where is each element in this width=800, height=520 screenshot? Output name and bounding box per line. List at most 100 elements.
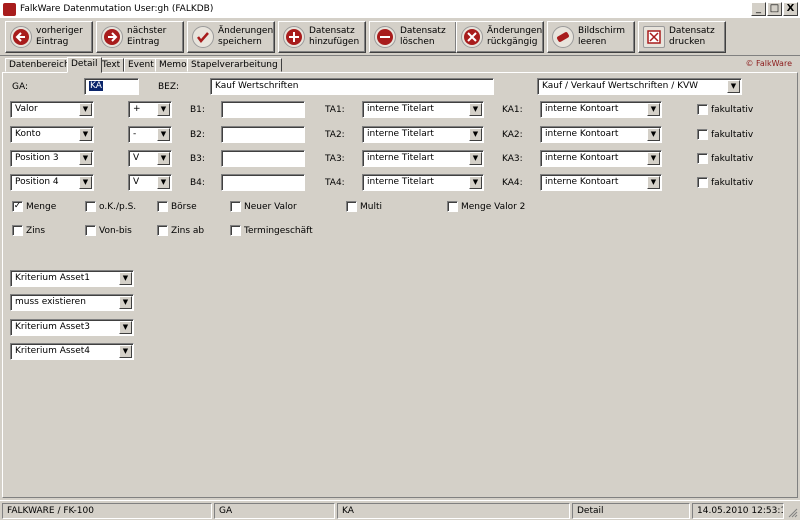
maximize-button[interactable]: □ xyxy=(767,2,782,16)
chevron-down-icon[interactable]: ▼ xyxy=(119,296,132,309)
chevron-down-icon[interactable]: ▼ xyxy=(647,103,660,116)
save-changes-button[interactable]: Änderungen speichern xyxy=(187,21,275,53)
criterion-select-1[interactable]: Kriterium Asset1 ▼ xyxy=(10,270,134,287)
chevron-down-icon[interactable]: ▼ xyxy=(79,176,92,189)
ka-select-1[interactable]: interne Kontoart ▼ xyxy=(540,101,662,118)
operator-select-1[interactable]: + ▼ xyxy=(128,101,172,118)
ga-value: KA xyxy=(89,81,103,91)
chevron-down-icon[interactable]: ▼ xyxy=(157,152,170,165)
ta-select-4[interactable]: interne Titelart ▼ xyxy=(362,174,484,191)
ga-label: GA: xyxy=(12,82,29,92)
tab-detail[interactable]: Detail xyxy=(67,57,102,73)
criterion-select-2[interactable]: muss existieren ▼ xyxy=(10,294,134,311)
next-entry-button[interactable]: nächster Eintrag xyxy=(96,21,184,53)
check-börse-label: Börse xyxy=(171,202,197,212)
operator-select-3[interactable]: V ▼ xyxy=(128,150,172,167)
tab-memo[interactable]: Memo xyxy=(155,58,191,72)
operator-select-4[interactable]: V ▼ xyxy=(128,174,172,191)
chevron-down-icon[interactable]: ▼ xyxy=(469,176,482,189)
chevron-down-icon[interactable]: ▼ xyxy=(727,80,740,93)
app-icon xyxy=(3,3,16,16)
delete-record-button[interactable]: Datensatz löschen xyxy=(369,21,457,53)
b-label-3: B3: xyxy=(190,154,205,164)
b-input-3[interactable] xyxy=(221,150,305,167)
operator-select-2[interactable]: - ▼ xyxy=(128,126,172,143)
check-o-k-p-s--label: o.K./p.S. xyxy=(99,202,137,212)
operator-select-2-value: - xyxy=(133,129,137,139)
check-menge-checkbox[interactable]: ✓ xyxy=(12,201,23,212)
ta-select-2[interactable]: interne Titelart ▼ xyxy=(362,126,484,143)
minimize-button[interactable]: _ xyxy=(751,2,766,16)
check-von-bis-checkbox[interactable] xyxy=(85,225,96,236)
chevron-down-icon[interactable]: ▼ xyxy=(647,152,660,165)
check-multi-checkbox[interactable] xyxy=(346,201,357,212)
close-button[interactable]: X xyxy=(783,2,798,16)
ka-select-3[interactable]: interne Kontoart ▼ xyxy=(540,150,662,167)
ka-label-4: KA4: xyxy=(502,178,523,188)
check-multi-label: Multi xyxy=(360,202,382,212)
field-select-3[interactable]: Position 3 ▼ xyxy=(10,150,94,167)
bez-input[interactable]: Kauf Wertschriften xyxy=(210,78,494,95)
chevron-down-icon[interactable]: ▼ xyxy=(469,103,482,116)
b-input-2[interactable] xyxy=(221,126,305,143)
ka-select-4[interactable]: interne Kontoart ▼ xyxy=(540,174,662,191)
criterion-select-3-value: Kriterium Asset3 xyxy=(15,322,91,332)
chevron-down-icon[interactable]: ▼ xyxy=(647,128,660,141)
resize-grip-icon[interactable] xyxy=(786,506,798,518)
ta-select-1[interactable]: interne Titelart ▼ xyxy=(362,101,484,118)
criterion-select-4[interactable]: Kriterium Asset4 ▼ xyxy=(10,343,134,360)
criterion-select-3[interactable]: Kriterium Asset3 ▼ xyxy=(10,319,134,336)
check-neuer-valor-checkbox[interactable] xyxy=(230,201,241,212)
check-zins-ab-checkbox[interactable] xyxy=(157,225,168,236)
toolbar: vorheriger Eintrag nächster Eintrag Ände… xyxy=(0,19,800,56)
add-record-button[interactable]: Datensatz hinzufügen xyxy=(278,21,366,53)
check-termingeschäft-checkbox[interactable] xyxy=(230,225,241,236)
tab-datenbereich[interactable]: Datenbereich xyxy=(5,58,74,72)
check-neuer-valor-label: Neuer Valor xyxy=(244,202,297,212)
check-o-k-p-s--checkbox[interactable] xyxy=(85,201,96,212)
tab-stapelverarbeitung[interactable]: Stapelverarbeitung xyxy=(187,58,282,72)
optional-checkbox-2[interactable] xyxy=(697,129,708,140)
clear-screen-button[interactable]: Bildschirm leeren xyxy=(547,21,635,53)
chevron-down-icon[interactable]: ▼ xyxy=(119,345,132,358)
ga-input[interactable]: KA xyxy=(84,78,139,95)
chevron-down-icon[interactable]: ▼ xyxy=(469,152,482,165)
undo-changes-label: Änderungen rückgängig xyxy=(487,26,543,47)
check-börse-checkbox[interactable] xyxy=(157,201,168,212)
tab-text[interactable]: Text xyxy=(98,58,125,72)
chevron-down-icon[interactable]: ▼ xyxy=(647,176,660,189)
ta-select-3-value: interne Titelart xyxy=(367,153,434,163)
ka-label-1: KA1: xyxy=(502,105,523,115)
field-select-2[interactable]: Konto ▼ xyxy=(10,126,94,143)
field-select-1[interactable]: Valor ▼ xyxy=(10,101,94,118)
tab-event[interactable]: Event xyxy=(124,58,158,72)
status-datetime: 14.05.2010 12:53:18 xyxy=(692,503,784,519)
chevron-down-icon[interactable]: ▼ xyxy=(119,321,132,334)
chevron-down-icon[interactable]: ▼ xyxy=(157,128,170,141)
chevron-down-icon[interactable]: ▼ xyxy=(119,272,132,285)
chevron-down-icon[interactable]: ▼ xyxy=(157,103,170,116)
optional-checkbox-1[interactable] xyxy=(697,104,708,115)
arrow-right-icon xyxy=(101,26,123,48)
print-record-button[interactable]: Datensatz drucken xyxy=(638,21,726,53)
chevron-down-icon[interactable]: ▼ xyxy=(79,152,92,165)
type-select[interactable]: Kauf / Verkauf Wertschriften / KVW ▼ xyxy=(537,78,742,95)
optional-checkbox-3[interactable] xyxy=(697,153,708,164)
previous-entry-button[interactable]: vorheriger Eintrag xyxy=(5,21,93,53)
ka-select-2[interactable]: interne Kontoart ▼ xyxy=(540,126,662,143)
check-zins-label: Zins xyxy=(26,226,46,236)
b-input-4[interactable] xyxy=(221,174,305,191)
chevron-down-icon[interactable]: ▼ xyxy=(79,103,92,116)
undo-changes-button[interactable]: Änderungen rückgängig xyxy=(456,21,544,53)
chevron-down-icon[interactable]: ▼ xyxy=(157,176,170,189)
field-select-4[interactable]: Position 4 ▼ xyxy=(10,174,94,191)
chevron-down-icon[interactable]: ▼ xyxy=(79,128,92,141)
ta-select-3[interactable]: interne Titelart ▼ xyxy=(362,150,484,167)
check-menge-valor-2-checkbox[interactable] xyxy=(447,201,458,212)
chevron-down-icon[interactable]: ▼ xyxy=(469,128,482,141)
b-input-1[interactable] xyxy=(221,101,305,118)
field-select-4-value: Position 4 xyxy=(15,177,59,187)
plus-icon xyxy=(283,26,305,48)
optional-checkbox-4[interactable] xyxy=(697,177,708,188)
check-zins-checkbox[interactable] xyxy=(12,225,23,236)
